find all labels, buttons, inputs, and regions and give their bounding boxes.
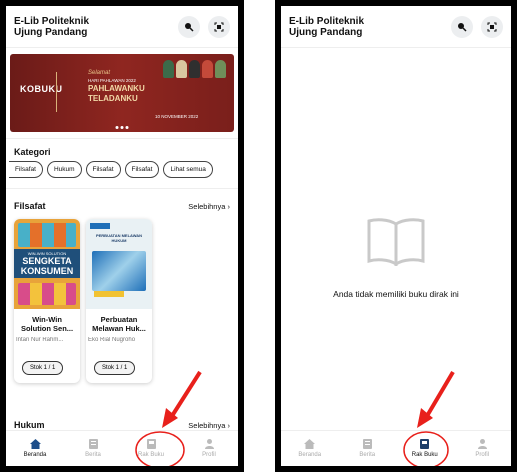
tab-label: Profil [202,452,216,458]
profile-icon [477,439,487,449]
book-author: Intan Nur Rahm... [16,337,64,343]
app-title-line2: Ujung Pandang [289,26,363,38]
book-title-line: Perbuatan [100,315,138,324]
home-icon [29,439,41,449]
book-card[interactable]: WIN-WIN SOLUTION SENGKETA KONSUMEN Win-W… [14,219,80,383]
search-icon [185,22,194,32]
tab-label: Beranda [23,452,47,458]
bookshelf-icon [420,439,430,449]
app-title: E-Lib Politeknik Ujung Pandang [14,16,89,38]
book-author: Eko Rial Nugroho [88,337,136,343]
home-icon [304,439,316,449]
search-button[interactable] [451,15,473,38]
scan-button[interactable] [208,15,230,38]
app-title: E-Lib Politeknik Ujung Pandang [289,16,364,38]
tab-label: Berita [359,452,376,458]
banner-greeting: Selamat [88,70,111,76]
tab-profil[interactable]: Profil [454,431,512,466]
chevron-right-icon: › [227,201,231,211]
more-label: Selebihnya [188,420,226,430]
app-title-line2: Ujung Pandang [14,26,88,38]
category-chip[interactable]: Filsafat [85,161,121,178]
more-label: Selebihnya [188,201,226,211]
banner-divider [56,72,57,112]
book-title-line: Solution Sen... [20,324,74,333]
category-chip[interactable]: Filsafat [124,161,160,178]
book-cover: PERBUATAN MELAWAN HUKUM [86,219,152,309]
banner-headline-2: TELADANKU [88,94,138,103]
phone-screen-home: E-Lib Politeknik Ujung Pandang KOBUKU Se… [0,0,244,472]
cover-text: SENGKETA [22,256,72,266]
phone-screen-bookshelf: E-Lib Politeknik Ujung Pandang Anda tida… [275,0,517,472]
tab-rak-buku[interactable]: Rak Buku [122,431,180,466]
book-title-line: Melawan Huk... [92,324,146,333]
book-title: Perbuatan Melawan Huk... [86,315,152,333]
banner-subtitle: HARI PAHLAWAN 2022 [88,78,136,83]
tab-label: Berita [85,452,101,458]
empty-state: Anda tidak memiliki buku dirak ini [281,216,511,299]
scan-icon [487,22,497,31]
hukum-more-link[interactable]: Selebihnya › [188,421,230,430]
category-chips: Filsafat Hukum Filsafat Filsafat Lihat s… [6,157,238,178]
tab-label: Beranda [298,452,322,458]
see-all-categories-chip[interactable]: Lihat semua [163,161,213,178]
profile-icon [204,439,214,449]
book-cover: WIN-WIN SOLUTION SENGKETA KONSUMEN [14,219,80,309]
category-chip[interactable]: Filsafat [9,161,43,178]
bookshelf-icon [146,439,156,449]
promo-banner[interactable]: KOBUKU Selamat HARI PAHLAWAN 2022 PAHLAW… [10,54,234,132]
tab-berita[interactable]: Berita [64,431,122,466]
tab-label: Rak Buku [137,452,164,458]
cover-text: PERBUATAN MELAWAN HUKUM [95,233,143,243]
scan-icon [214,22,224,31]
chevron-right-icon: › [227,420,231,430]
banner-illustration [163,60,226,78]
app-header: E-Lib Politeknik Ujung Pandang [281,6,511,48]
scan-button[interactable] [481,15,503,38]
tab-beranda[interactable]: Beranda [6,431,64,466]
tab-rak-buku[interactable]: Rak Buku [396,431,454,466]
news-icon [88,439,98,449]
app-title-line1: E-Lib Politeknik [289,15,365,27]
news-icon [362,439,372,449]
tab-berita[interactable]: Berita [339,431,397,466]
tab-beranda[interactable]: Beranda [281,431,339,466]
bottom-nav: Beranda Berita Rak Buku Profil [6,430,238,466]
tab-label: Profil [475,452,490,458]
filsafat-title: Filsafat [14,201,46,211]
category-chip[interactable]: Hukum [46,161,82,178]
hukum-title: Hukum [14,420,45,430]
app-header: E-Lib Politeknik Ujung Pandang [6,6,238,48]
open-book-icon [367,218,425,267]
cover-text: KONSUMEN [20,266,74,276]
tab-label: Rak Buku [411,452,438,458]
banner-pagination [115,126,129,129]
search-button[interactable] [178,15,200,38]
app-title-line1: E-Lib Politeknik [14,15,90,27]
kategori-title: Kategori [14,147,51,157]
empty-message: Anda tidak memiliki buku dirak ini [333,289,459,299]
book-card[interactable]: PERBUATAN MELAWAN HUKUM Perbuatan Melawa… [86,219,152,383]
bottom-nav: Beranda Berita Rak Buku Profil [281,430,511,466]
stock-badge: Stok 1 / 1 [22,361,64,375]
book-title: Win-Win Solution Sen... [14,315,80,333]
filsafat-more-link[interactable]: Selebihnya › [188,202,230,211]
banner-headline-1: PAHLAWANKU [88,84,145,93]
banner-date: 10 NOVEMBER 2022 [155,114,199,119]
book-title-line: Win-Win [32,315,62,324]
stock-badge: Stok 1 / 1 [94,361,136,375]
search-icon [458,22,467,32]
tab-profil[interactable]: Profil [180,431,238,466]
